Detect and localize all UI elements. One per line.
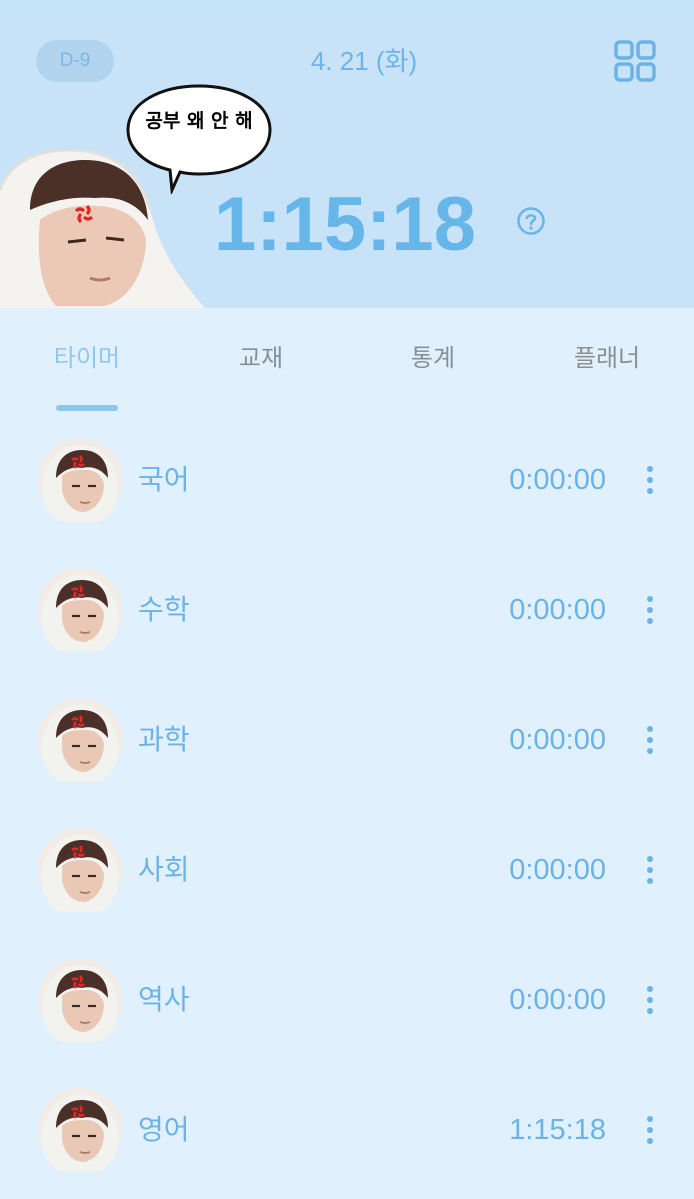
grid-icon[interactable] (614, 40, 656, 82)
subject-row[interactable]: 사회 0:00:00 (0, 828, 694, 928)
avatar[interactable] (38, 958, 122, 1042)
date-label: 4. 21 (화) (310, 46, 418, 76)
avatar[interactable] (38, 828, 122, 912)
subject-time: 1:15:18 (509, 1114, 606, 1146)
subject-time: 0:00:00 (509, 724, 606, 756)
tab-indicator (56, 405, 118, 411)
subject-time: 0:00:00 (509, 464, 606, 496)
more-vertical-icon[interactable] (640, 594, 660, 626)
subject-name: 국어 (138, 463, 190, 496)
tab-textbook[interactable]: 교재 (186, 334, 336, 382)
more-vertical-icon[interactable] (640, 724, 660, 756)
status-bar-strip (0, 0, 694, 20)
subject-time: 0:00:00 (509, 594, 606, 626)
subject-row[interactable]: 과학 0:00:00 (0, 698, 694, 798)
tab-planner[interactable]: 플래너 (532, 334, 682, 382)
help-icon[interactable] (516, 206, 546, 236)
subject-name: 과학 (138, 723, 190, 756)
tab-timer[interactable]: 타이머 (12, 334, 162, 382)
d-day-badge[interactable]: D-9 (36, 40, 114, 82)
more-vertical-icon[interactable] (640, 464, 660, 496)
subject-time: 0:00:00 (509, 984, 606, 1016)
subject-time: 0:00:00 (509, 854, 606, 886)
avatar[interactable] (38, 698, 122, 782)
avatar[interactable] (38, 1088, 122, 1172)
avatar[interactable] (38, 438, 122, 522)
subject-row[interactable]: 역사 0:00:00 (0, 958, 694, 1058)
subject-name: 역사 (138, 983, 190, 1016)
avatar[interactable] (38, 568, 122, 652)
speech-bubble-text: 공부 왜 안 해 (145, 110, 253, 132)
tab-statistics[interactable]: 통계 (358, 334, 508, 382)
subject-name: 영어 (138, 1113, 190, 1146)
subject-row[interactable]: 영어 1:15:18 (0, 1088, 694, 1188)
more-vertical-icon[interactable] (640, 854, 660, 886)
more-vertical-icon[interactable] (640, 1114, 660, 1146)
subject-row[interactable]: 국어 0:00:00 (0, 438, 694, 538)
more-vertical-icon[interactable] (640, 984, 660, 1016)
subject-name: 사회 (138, 853, 190, 886)
subject-row[interactable]: 수학 0:00:00 (0, 568, 694, 668)
subject-name: 수학 (138, 593, 190, 626)
total-timer: 1:15:18 (214, 182, 476, 267)
